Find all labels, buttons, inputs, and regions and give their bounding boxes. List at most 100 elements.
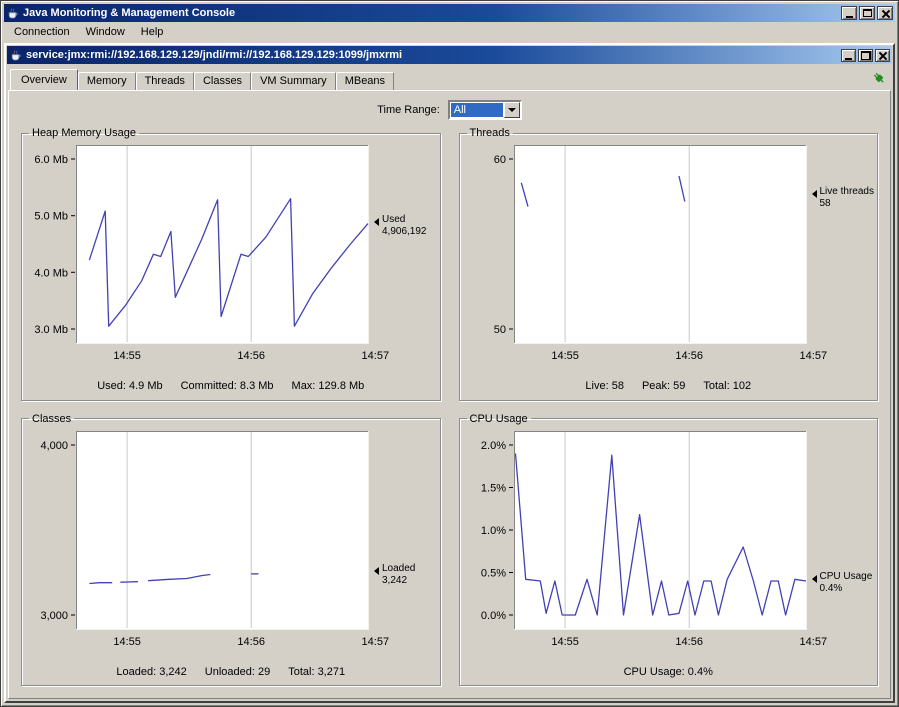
classes-panel: Classes 14:55 14:56 14:57 4,000 3,000 Loaded… <box>21 413 441 687</box>
maximize-icon <box>863 9 872 17</box>
close-icon <box>881 9 890 18</box>
svg-text:14:55: 14:55 <box>113 350 141 362</box>
stat: Total: 102 <box>703 380 751 392</box>
time-range-label: Time Range: <box>377 104 440 116</box>
charts-grid: Heap Memory Usage 14:55 14:56 14:57 6.0 Mb 5… <box>9 123 890 698</box>
svg-text:5.0 Mb: 5.0 Mb <box>34 211 68 223</box>
arrow-left-icon <box>374 218 379 226</box>
classes-annotation: Loaded 3,242 <box>374 563 415 587</box>
svg-text:4,000: 4,000 <box>40 440 68 452</box>
frame-title: service:jmx:rmi://192.168.129.129/jndi/r… <box>26 49 837 61</box>
panel-title: Threads <box>467 127 513 139</box>
svg-text:14:55: 14:55 <box>113 636 141 648</box>
menu-window[interactable]: Window <box>78 24 133 40</box>
tab-mbeans[interactable]: MBeans <box>336 72 394 90</box>
svg-text:3.0 Mb: 3.0 Mb <box>34 324 68 336</box>
frame-titlebar[interactable]: service:jmx:rmi://192.168.129.129/jndi/r… <box>7 46 892 64</box>
svg-text:14:57: 14:57 <box>362 350 390 362</box>
svg-text:1.5%: 1.5% <box>480 482 505 494</box>
panel-title: CPU Usage <box>467 413 531 425</box>
svg-text:14:55: 14:55 <box>551 636 579 648</box>
svg-text:14:57: 14:57 <box>799 350 827 362</box>
time-range-value: All <box>451 103 503 117</box>
window-titlebar[interactable]: Java Monitoring & Management Console <box>4 4 895 22</box>
frame-restore-button[interactable] <box>858 49 873 62</box>
frame-close-button[interactable] <box>875 49 890 62</box>
annotation-value: 3,242 <box>382 575 415 587</box>
svg-text:2.0%: 2.0% <box>480 440 505 452</box>
panel-title: Heap Memory Usage <box>29 127 139 139</box>
threads-panel: Threads 14:5514:5614:576050 Live threads… <box>459 127 879 401</box>
heap-annotation: Used 4,906,192 <box>374 214 427 238</box>
annotation-value: 0.4% <box>820 583 873 595</box>
java-icon <box>6 7 19 20</box>
svg-text:1.0%: 1.0% <box>480 525 505 537</box>
window-title: Java Monitoring & Management Console <box>23 7 837 19</box>
minimize-icon <box>845 58 852 60</box>
threads-stats: Live: 58 Peak: 59 Total: 102 <box>462 377 876 397</box>
stat: Loaded: 3,242 <box>116 666 186 678</box>
cpu-usage-panel: CPU Usage 14:55 14:56 14:57 2.0% 1.5% 1.0% 0.5… <box>459 413 879 687</box>
close-icon <box>878 51 887 60</box>
stat: Unloaded: 29 <box>205 666 270 678</box>
arrow-left-icon <box>374 567 379 575</box>
svg-text:50: 50 <box>493 324 505 336</box>
tab-overview[interactable]: Overview <box>10 69 78 90</box>
menubar: Connection Window Help <box>4 22 895 42</box>
stat: Max: 129.8 Mb <box>292 380 365 392</box>
tab-bar: Overview Memory Threads Classes VM Summa… <box>6 65 893 90</box>
tab-threads[interactable]: Threads <box>136 72 194 90</box>
heap-memory-chart: 14:55 14:56 14:57 6.0 Mb 5.0 Mb 4.0 Mb 3.0 Mb <box>24 139 390 377</box>
annotation-label: Live threads <box>820 186 874 198</box>
svg-text:14:56: 14:56 <box>675 636 703 648</box>
classes-chart: 14:55 14:56 14:57 4,000 3,000 <box>24 425 390 663</box>
stat: Used: 4.9 Mb <box>97 380 162 392</box>
arrow-left-icon <box>812 190 817 198</box>
annotation-value: 58 <box>820 198 874 210</box>
stat: Total: 3,271 <box>288 666 345 678</box>
classes-stats: Loaded: 3,242 Unloaded: 29 Total: 3,271 <box>24 663 438 683</box>
cpu-stats: CPU Usage: 0.4% <box>462 663 876 683</box>
cpu-annotation: CPU Usage 0.4% <box>812 571 873 595</box>
app-window: Java Monitoring & Management Console Con… <box>0 0 899 707</box>
panel-title: Classes <box>29 413 74 425</box>
stat: Live: 58 <box>585 380 624 392</box>
arrow-left-icon <box>812 575 817 583</box>
minimize-button[interactable] <box>841 6 857 20</box>
svg-text:14:56: 14:56 <box>237 350 265 362</box>
annotation-value: 4,906,192 <box>382 226 427 238</box>
annotation-label: CPU Usage <box>820 571 873 583</box>
menu-connection[interactable]: Connection <box>6 24 78 40</box>
restore-icon <box>861 51 871 60</box>
svg-text:3,000: 3,000 <box>40 610 68 622</box>
svg-text:0.0%: 0.0% <box>480 610 505 622</box>
heap-memory-panel: Heap Memory Usage 14:55 14:56 14:57 6.0 Mb 5… <box>21 127 441 401</box>
heap-stats: Used: 4.9 MbCommitted: 8.3 MbMax: 129.8 … <box>24 377 438 397</box>
stat: CPU Usage: 0.4% <box>624 666 713 678</box>
connection-frame: service:jmx:rmi://192.168.129.129/jndi/r… <box>4 43 895 703</box>
time-range-select[interactable]: All <box>448 100 522 120</box>
frame-minimize-button[interactable] <box>841 49 856 62</box>
tab-vm-summary[interactable]: VM Summary <box>251 72 336 90</box>
overview-tab-panel: Time Range: All Heap Memory Usage 14:551… <box>8 90 891 699</box>
tab-classes[interactable]: Classes <box>194 72 251 90</box>
frame-java-icon <box>9 49 22 62</box>
menu-help[interactable]: Help <box>133 24 172 40</box>
svg-text:14:57: 14:57 <box>362 636 390 648</box>
stat: Peak: 59 <box>642 380 685 392</box>
minimize-icon <box>846 16 853 18</box>
close-button[interactable] <box>877 6 893 20</box>
tab-memory[interactable]: Memory <box>78 72 136 90</box>
threads-annotation: Live threads 58 <box>812 186 874 210</box>
svg-text:4.0 Mb: 4.0 Mb <box>34 267 68 279</box>
annotation-label: Loaded <box>382 563 415 575</box>
dropdown-button[interactable] <box>504 102 520 118</box>
maximize-button[interactable] <box>859 6 875 20</box>
chevron-down-icon <box>508 108 516 112</box>
svg-text:14:56: 14:56 <box>237 636 265 648</box>
cpu-usage-chart: 14:55 14:56 14:57 2.0% 1.5% 1.0% 0.5% 0.0% <box>462 425 828 663</box>
svg-text:14:57: 14:57 <box>799 636 827 648</box>
connect-icon[interactable] <box>871 70 886 88</box>
svg-text:6.0 Mb: 6.0 Mb <box>34 154 68 166</box>
svg-text:0.5%: 0.5% <box>480 567 505 579</box>
